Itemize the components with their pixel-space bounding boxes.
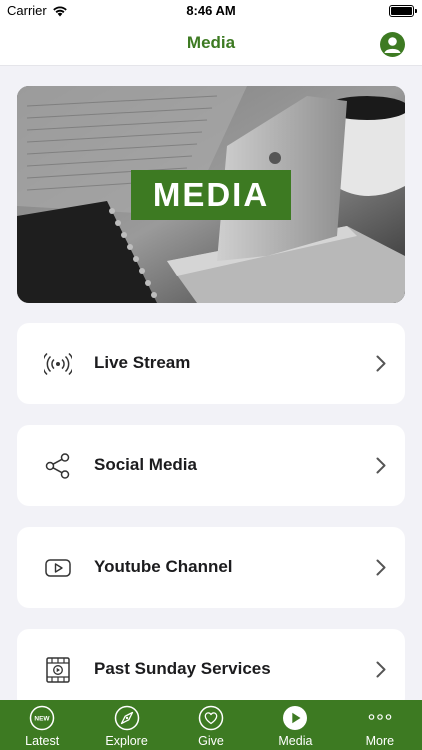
tab-latest[interactable]: NEW Latest (0, 700, 84, 750)
status-bar: Carrier 8:46 AM (0, 0, 422, 22)
tab-bar: NEW Latest Explore Give Media More (0, 700, 422, 750)
past-sunday-services-row[interactable]: Past Sunday Services (17, 629, 405, 710)
heart-icon (198, 705, 224, 731)
chevron-right-icon (376, 661, 386, 678)
tab-give[interactable]: Give (169, 700, 253, 750)
tab-explore[interactable]: Explore (84, 700, 168, 750)
play-icon (283, 706, 308, 730)
tab-label-give: Give (198, 734, 224, 748)
navigation-bar: Media (0, 22, 422, 66)
hero-title: MEDIA (131, 170, 291, 220)
media-hero-banner: MEDIA (17, 86, 405, 303)
social-media-row[interactable]: Social Media (17, 425, 405, 506)
live-stream-icon (44, 352, 72, 376)
compass-icon (114, 705, 139, 731)
youtube-channel-label: Youtube Channel (94, 557, 233, 576)
share-icon (45, 453, 70, 479)
tab-label-latest: Latest (25, 734, 60, 748)
page-title: Media (186, 33, 236, 52)
social-media-label: Social Media (94, 455, 197, 474)
chevron-right-icon (376, 559, 386, 576)
new-badge-icon: NEW (29, 705, 55, 731)
youtube-channel-row[interactable]: Youtube Channel (17, 527, 405, 608)
live-stream-label: Live Stream (94, 353, 191, 372)
clock: 8:46 AM (186, 3, 236, 18)
chevron-right-icon (376, 457, 386, 474)
video-file-icon (46, 657, 70, 683)
new-badge-text: NEW (35, 715, 51, 722)
tab-label-more: More (365, 734, 395, 748)
past-sunday-services-label: Past Sunday Services (94, 659, 271, 678)
tab-label-media: Media (278, 734, 313, 748)
tab-media[interactable]: Media (253, 700, 337, 750)
profile-button[interactable] (380, 32, 405, 57)
battery-icon (389, 5, 417, 17)
chevron-right-icon (376, 355, 386, 372)
tab-more[interactable]: More (338, 700, 422, 750)
user-avatar-icon (384, 37, 401, 53)
more-dots-icon (368, 714, 392, 720)
live-stream-row[interactable]: Live Stream (17, 323, 405, 404)
youtube-icon (45, 559, 71, 577)
tab-label-explore: Explore (105, 734, 148, 748)
